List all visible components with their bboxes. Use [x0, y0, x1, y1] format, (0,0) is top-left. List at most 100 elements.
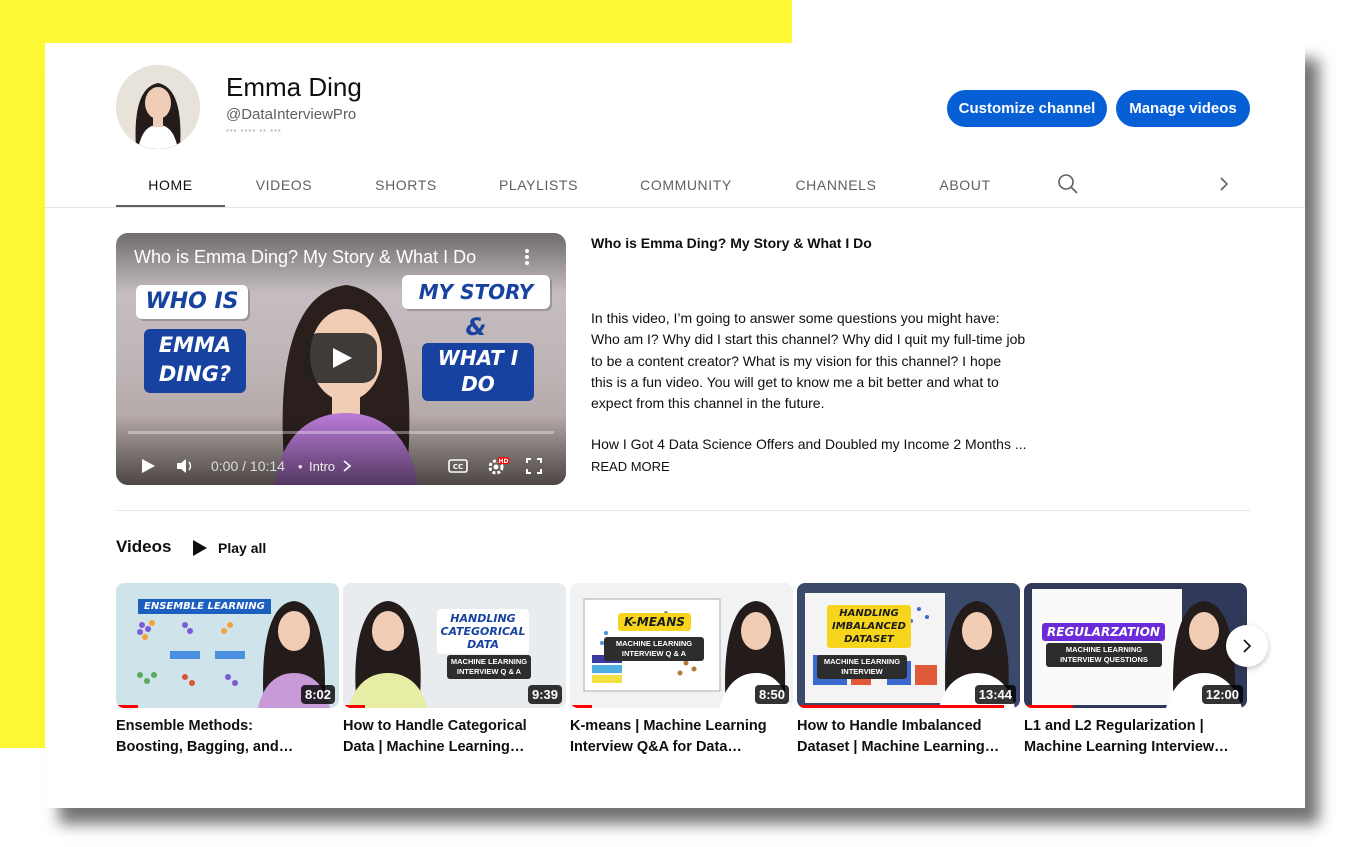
- thumb-text-my-story: MY STORY: [402, 275, 550, 309]
- video-thumbnail[interactable]: ENSEMBLE LEARNING 8:02: [116, 583, 339, 708]
- video-title[interactable]: Ensemble Methods: Boosting, Bagging, and…: [116, 716, 331, 758]
- watched-progress: [1024, 705, 1073, 708]
- thumb-label: REGULARZATION: [1042, 623, 1165, 641]
- svg-text:CC: CC: [453, 463, 463, 471]
- chevron-right-icon[interactable]: [1213, 173, 1235, 195]
- channel-page-card: Emma Ding @DataInterviewPro ▪▪▪ ▪▪▪▪ ▪▪ …: [45, 43, 1305, 808]
- description-line: In this video, I’m going to answer some …: [591, 310, 1000, 326]
- video-title-line: K-means | Machine Learning: [570, 718, 767, 734]
- chapter-dot: •: [298, 458, 303, 474]
- featured-video-title[interactable]: Who is Emma Ding? My Story & What I Do: [591, 235, 872, 251]
- video-title-line: How to Handle Imbalanced: [797, 718, 982, 734]
- video-title-line: Ensemble Methods:: [116, 718, 253, 734]
- video-duration: 13:44: [974, 685, 1016, 704]
- thumb-text-emma-ding: EMMA DING?: [144, 329, 246, 393]
- video-title-line: Interview Q&A for Data…: [570, 739, 742, 755]
- thumb-label: ENSEMBLE LEARNING: [138, 599, 271, 614]
- thumb-label: HANDLING IMBALANCED DATASET: [827, 605, 911, 648]
- thumb-person: [349, 601, 427, 708]
- watched-progress: [570, 705, 592, 708]
- video-title-line: Machine Learning Interview…: [1024, 739, 1229, 755]
- tab-videos[interactable]: VIDEOS: [239, 161, 329, 208]
- play-all-label: Play all: [218, 540, 267, 556]
- thumb-text-what-i-do: WHAT I DO: [422, 343, 534, 401]
- video-duration: 8:50: [754, 685, 789, 704]
- tab-playlists[interactable]: PLAYLISTS: [491, 161, 586, 208]
- video-card[interactable]: HANDLING CATEGORICAL DATA MACHINE LEARNI…: [343, 583, 566, 758]
- more-vert-icon[interactable]: [518, 247, 536, 267]
- read-more-link[interactable]: READ MORE: [591, 459, 670, 474]
- video-title[interactable]: How to Handle Categorical Data | Machine…: [343, 716, 558, 758]
- chapter-title[interactable]: Intro: [309, 453, 335, 479]
- play-all-icon: [193, 540, 207, 556]
- video-card[interactable]: ENSEMBLE LEARNING 8:02 Ensemble Methods:: [116, 583, 339, 758]
- thumb-label: HANDLING CATEGORICAL DATA: [437, 609, 529, 654]
- featured-video-player[interactable]: WHO IS EMMA DING? MY STORY & WHAT I DO W…: [116, 233, 566, 485]
- thumb-diagram: [137, 620, 245, 686]
- section-divider: [116, 510, 1250, 511]
- watched-progress: [343, 705, 365, 708]
- video-title-line: Dataset | Machine Learning…: [797, 739, 1000, 755]
- thumb-text-ampersand: &: [465, 313, 487, 341]
- thumb-label: K-MEANS: [618, 613, 691, 631]
- play-all-button[interactable]: Play all: [192, 537, 266, 559]
- channel-handle: @DataInterviewPro: [226, 106, 357, 123]
- tab-about[interactable]: ABOUT: [931, 161, 999, 208]
- description-line: expect from this channel in the future.: [591, 395, 825, 412]
- volume-icon[interactable]: [176, 453, 196, 479]
- manage-videos-button[interactable]: Manage videos: [1116, 90, 1250, 127]
- video-thumbnail[interactable]: REGULARZATION MACHINE LEARNING INTERVIEW…: [1024, 583, 1247, 708]
- video-duration: 8:02: [300, 685, 335, 704]
- video-thumbnail[interactable]: HANDLING IMBALANCED DATASET MACHINE LEAR…: [797, 583, 1020, 708]
- customize-channel-button[interactable]: Customize channel: [947, 90, 1107, 127]
- description-line: Who am I? Why did I start this channel? …: [591, 331, 1026, 348]
- thumb-sublabel: MACHINE LEARNING INTERVIEW Q & A: [604, 637, 704, 661]
- video-title-line: How to Handle Categorical: [343, 718, 527, 734]
- fullscreen-icon[interactable]: [526, 453, 542, 479]
- tab-home[interactable]: HOME: [116, 161, 225, 208]
- play-icon: [333, 348, 352, 368]
- featured-description: In this video, I’m going to answer some …: [591, 308, 1031, 414]
- player-time: 0:00 / 10:14: [211, 458, 285, 474]
- thumb-text-who-is: WHO IS: [136, 285, 248, 319]
- captions-icon[interactable]: CC: [448, 453, 468, 479]
- video-title[interactable]: K-means | Machine Learning Interview Q&A…: [570, 716, 785, 758]
- player-progress-bar[interactable]: [128, 431, 554, 434]
- tab-shorts[interactable]: SHORTS: [366, 161, 446, 208]
- video-card[interactable]: HANDLING IMBALANCED DATASET MACHINE LEAR…: [797, 583, 1020, 758]
- tab-community[interactable]: COMMUNITY: [631, 161, 741, 208]
- video-thumbnail[interactable]: HANDLING CATEGORICAL DATA MACHINE LEARNI…: [343, 583, 566, 708]
- description-line: to be a content creator? What is my visi…: [591, 352, 1002, 369]
- svg-text:HD: HD: [498, 458, 508, 465]
- video-card[interactable]: REGULARZATION MACHINE LEARNING INTERVIEW…: [1024, 583, 1247, 758]
- video-thumbnail[interactable]: K-MEANS MACHINE LEARNING INTERVIEW Q & A…: [570, 583, 793, 708]
- description-link-line: How I Got 4 Data Science Offers and Doub…: [591, 436, 1027, 452]
- videos-shelf-title[interactable]: Videos: [116, 537, 171, 557]
- chevron-right-icon: [1243, 639, 1252, 653]
- watched-progress: [797, 705, 1004, 708]
- search-icon[interactable]: [1057, 173, 1079, 195]
- video-title[interactable]: L1 and L2 Regularization | Machine Learn…: [1024, 716, 1239, 758]
- watched-progress: [116, 705, 138, 708]
- player-controls: 0:00 / 10:14 • Intro CC HD: [116, 453, 566, 479]
- avatar[interactable]: [116, 65, 200, 149]
- play-pause-icon[interactable]: [140, 453, 156, 479]
- tab-channels[interactable]: CHANNELS: [786, 161, 886, 208]
- channel-tabs: HOME VIDEOS SHORTS PLAYLISTS COMMUNITY C…: [116, 161, 1256, 208]
- settings-icon[interactable]: HD: [486, 453, 510, 479]
- channel-subline-blurred: ▪▪▪ ▪▪▪▪ ▪▪ ▪▪▪: [226, 126, 282, 135]
- big-play-button[interactable]: [305, 333, 377, 383]
- player-title[interactable]: Who is Emma Ding? My Story & What I Do: [134, 247, 476, 268]
- video-duration: 9:39: [527, 685, 562, 704]
- thumb-sublabel: MACHINE LEARNING INTERVIEW Q & A: [447, 655, 531, 679]
- shelf-next-button[interactable]: [1226, 625, 1268, 667]
- video-title[interactable]: How to Handle Imbalanced Dataset | Machi…: [797, 716, 1012, 758]
- video-title-line: Data | Machine Learning…: [343, 739, 525, 755]
- video-duration: 12:00: [1201, 685, 1243, 704]
- thumb-sublabel: MACHINE LEARNING INTERVIEW: [817, 655, 907, 679]
- channel-name: Emma Ding: [226, 72, 362, 102]
- description-line: this is a fun video. You will get to kno…: [591, 373, 999, 390]
- video-title-line: L1 and L2 Regularization |: [1024, 718, 1204, 734]
- chapter-chevron-icon[interactable]: [342, 453, 352, 479]
- video-card[interactable]: K-MEANS MACHINE LEARNING INTERVIEW Q & A…: [570, 583, 793, 758]
